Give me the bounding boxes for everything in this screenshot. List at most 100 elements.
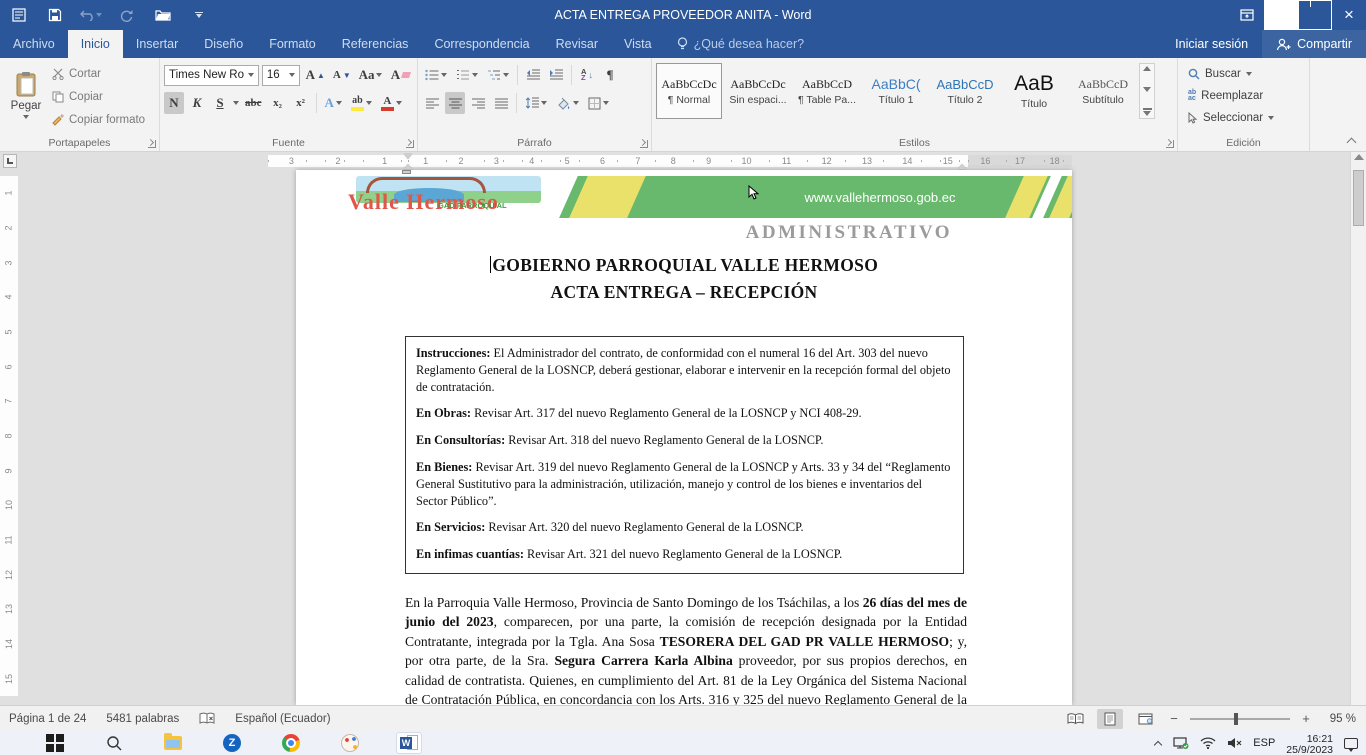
select-button[interactable]: Seleccionar — [1188, 108, 1305, 128]
vertical-scrollbar[interactable] — [1350, 152, 1366, 705]
clipboard-dialog-launcher-icon[interactable] — [148, 140, 156, 148]
style-subtitulo[interactable]: AaBbCcDSubtítulo — [1070, 63, 1136, 119]
tray-expand-icon[interactable] — [1154, 739, 1162, 747]
pc-status-icon[interactable] — [1173, 737, 1189, 750]
decrease-indent-button[interactable] — [523, 64, 543, 86]
restore-button[interactable] — [1298, 0, 1332, 30]
tab-vista[interactable]: Vista — [611, 30, 665, 58]
style-titulo[interactable]: AaBTítulo — [1001, 63, 1067, 119]
increase-indent-button[interactable] — [546, 64, 566, 86]
tab-referencias[interactable]: Referencias — [329, 30, 422, 58]
bold-button[interactable]: N — [164, 92, 184, 114]
justify-button[interactable] — [491, 92, 511, 114]
clear-formatting-button[interactable]: A — [388, 64, 413, 86]
document-page[interactable]: Valle Hermoso GAD PARROQUIAL www.vallehe… — [296, 170, 1072, 705]
style-sin-espaciado[interactable]: AaBbCcDcSin espaci... — [725, 63, 791, 119]
copy-button[interactable]: Copiar — [52, 87, 145, 106]
file-explorer-button[interactable] — [160, 732, 186, 754]
open-icon[interactable] — [152, 4, 174, 26]
qat-customize-icon[interactable] — [188, 4, 210, 26]
strikethrough-button[interactable]: abc — [242, 92, 265, 114]
word-count[interactable]: 5481 palabras — [106, 713, 179, 725]
show-marks-button[interactable]: ¶ — [600, 64, 620, 86]
align-center-button[interactable] — [445, 92, 465, 114]
shrink-font-button[interactable]: A▼ — [330, 64, 353, 86]
share-button[interactable]: Compartir — [1262, 30, 1366, 58]
style-table-paragraph[interactable]: AaBbCcD¶ Table Pa... — [794, 63, 860, 119]
zoom-slider[interactable] — [1190, 718, 1290, 720]
sort-button[interactable]: AZ↓ — [577, 64, 597, 86]
zoom-in-button[interactable]: + — [1299, 711, 1313, 726]
right-indent-marker[interactable] — [958, 164, 966, 169]
ribbon-display-options-icon[interactable] — [1230, 0, 1264, 30]
paste-button[interactable]: Pegar — [4, 62, 48, 128]
left-indent-marker[interactable] — [402, 170, 411, 174]
scroll-up-icon[interactable] — [1354, 154, 1364, 160]
font-dialog-launcher-icon[interactable] — [406, 140, 414, 148]
find-button[interactable]: Buscar — [1188, 64, 1305, 84]
hanging-indent-marker[interactable] — [404, 164, 412, 169]
clock[interactable]: 16:21 25/9/2023 — [1286, 731, 1333, 755]
styles-scroll-up-icon[interactable] — [1143, 66, 1151, 71]
close-button[interactable]: × — [1332, 0, 1366, 30]
sign-in-button[interactable]: Iniciar sesión — [1161, 30, 1262, 58]
font-family-combo[interactable]: Times New Ro — [164, 65, 259, 86]
zoom-slider-thumb[interactable] — [1234, 713, 1238, 725]
shading-button[interactable] — [553, 92, 582, 114]
subscript-button[interactable]: x₂ — [268, 92, 288, 114]
tab-insertar[interactable]: Insertar — [123, 30, 191, 58]
replace-button[interactable]: abac Reemplazar — [1188, 86, 1305, 106]
superscript-button[interactable]: x² — [291, 92, 311, 114]
language-tray-indicator[interactable]: ESP — [1253, 737, 1275, 749]
underline-button[interactable]: S — [210, 92, 230, 114]
scrollbar-thumb[interactable] — [1353, 170, 1364, 226]
tab-stop-selector[interactable] — [3, 154, 17, 168]
chrome-button[interactable] — [278, 732, 304, 754]
print-layout-button[interactable] — [1097, 709, 1123, 729]
font-size-combo[interactable]: 16 — [262, 65, 300, 86]
read-mode-button[interactable] — [1062, 709, 1088, 729]
word-taskbar-button[interactable]: W — [396, 732, 422, 754]
zoom-level[interactable]: 95 % — [1322, 713, 1356, 725]
multilevel-list-button[interactable] — [484, 64, 512, 86]
font-color-button[interactable]: A — [378, 92, 405, 114]
borders-button[interactable] — [585, 92, 612, 114]
horizontal-ruler[interactable]: 321 123456789101112131415 161718 — [18, 155, 1350, 167]
numbering-button[interactable] — [453, 64, 481, 86]
collapse-ribbon-icon[interactable] — [1347, 136, 1356, 145]
minimize-button[interactable] — [1264, 0, 1298, 30]
first-line-indent-marker[interactable] — [404, 154, 412, 159]
tellme-box[interactable]: ¿Qué desea hacer? — [665, 30, 817, 58]
grow-font-button[interactable]: A▲ — [303, 64, 327, 86]
proofing-errors-icon[interactable] — [199, 712, 215, 725]
tab-formato[interactable]: Formato — [256, 30, 329, 58]
change-case-button[interactable]: Aa — [356, 64, 385, 86]
cut-button[interactable]: Cortar — [52, 64, 145, 83]
tab-inicio[interactable]: Inicio — [68, 30, 123, 58]
wifi-icon[interactable] — [1200, 737, 1216, 749]
style-titulo-2[interactable]: AaBbCcDTítulo 2 — [932, 63, 998, 119]
bullets-button[interactable] — [422, 64, 450, 86]
line-spacing-button[interactable] — [522, 92, 550, 114]
start-button[interactable] — [42, 732, 68, 754]
style-titulo-1[interactable]: AaBbC(Título 1 — [863, 63, 929, 119]
tab-correspondencia[interactable]: Correspondencia — [421, 30, 542, 58]
align-right-button[interactable] — [468, 92, 488, 114]
volume-muted-icon[interactable] — [1227, 737, 1242, 749]
page-indicator[interactable]: Página 1 de 24 — [9, 713, 86, 725]
undo-icon[interactable] — [80, 4, 102, 26]
z-app-button[interactable]: Z — [219, 732, 245, 754]
web-layout-button[interactable] — [1132, 709, 1158, 729]
italic-button[interactable]: K — [187, 92, 207, 114]
redo-icon[interactable] — [116, 4, 138, 26]
save-icon[interactable] — [44, 4, 66, 26]
text-effects-button[interactable]: A — [322, 92, 345, 114]
styles-dialog-launcher-icon[interactable] — [1166, 140, 1174, 148]
align-left-button[interactable] — [422, 92, 442, 114]
language-indicator[interactable]: Español (Ecuador) — [235, 713, 330, 725]
styles-scroll-down-icon[interactable] — [1143, 87, 1151, 92]
zoom-out-button[interactable]: − — [1167, 711, 1181, 726]
tab-diseno[interactable]: Diseño — [191, 30, 256, 58]
paragraph-dialog-launcher-icon[interactable] — [640, 140, 648, 148]
underline-dropdown-icon[interactable] — [233, 101, 239, 105]
